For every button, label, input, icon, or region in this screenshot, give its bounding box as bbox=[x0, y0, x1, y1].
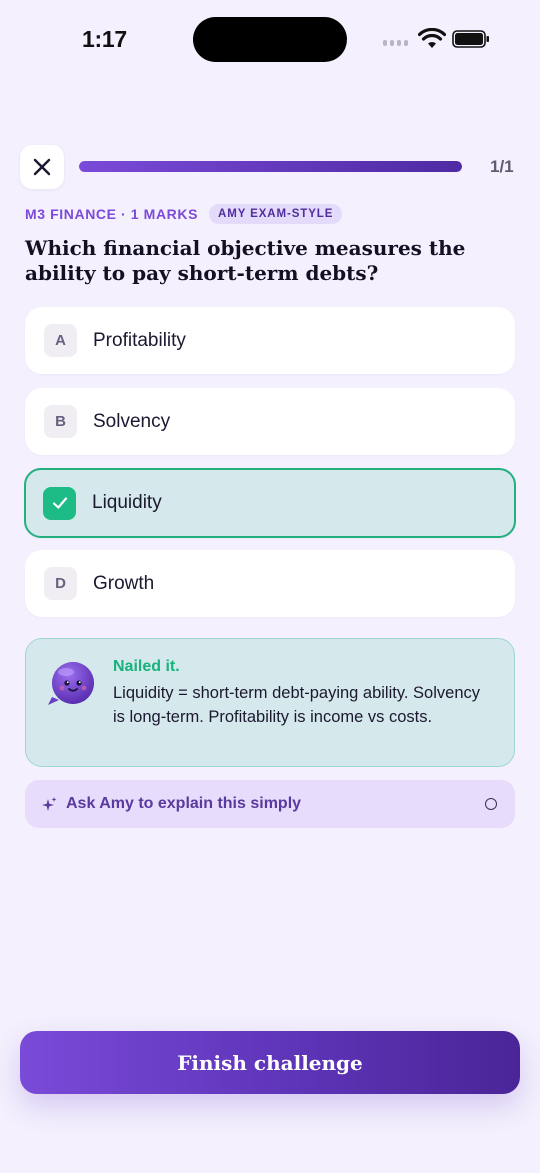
finish-challenge-button[interactable]: Finish challenge bbox=[20, 1031, 520, 1094]
close-icon bbox=[33, 158, 51, 176]
cellular-signal-icon bbox=[383, 40, 408, 46]
status-bar: 1:17 bbox=[0, 0, 540, 80]
wifi-icon bbox=[418, 28, 446, 48]
option-a[interactable]: A Profitability bbox=[25, 307, 515, 374]
option-label: Solvency bbox=[93, 410, 171, 432]
question-text: Which financial objective measures the a… bbox=[25, 236, 466, 285]
option-label: Growth bbox=[93, 572, 155, 594]
feedback-card: Nailed it. Liquidity = short-term debt-p… bbox=[25, 638, 515, 767]
option-d[interactable]: D Growth bbox=[25, 550, 515, 617]
topic-label: M3 FINANCE · 1 MARKS bbox=[25, 206, 199, 222]
progress-fill bbox=[79, 161, 462, 172]
dynamic-island bbox=[193, 17, 347, 62]
status-indicator bbox=[485, 798, 497, 810]
exam-style-badge: AMY EXAM-STYLE bbox=[209, 204, 343, 224]
sparkle-icon bbox=[42, 796, 57, 811]
progress-bar bbox=[79, 161, 462, 172]
close-button[interactable] bbox=[20, 145, 64, 189]
question-meta: M3 FINANCE · 1 MARKS AMY EXAM-STYLE bbox=[25, 204, 343, 224]
status-time: 1:17 bbox=[82, 26, 127, 52]
battery-icon bbox=[452, 30, 489, 48]
option-b[interactable]: B Solvency bbox=[25, 388, 515, 455]
option-letter: A bbox=[44, 324, 77, 357]
finish-label: Finish challenge bbox=[177, 1050, 363, 1075]
option-label: Liquidity bbox=[92, 492, 162, 513]
selected-check-box bbox=[43, 486, 76, 520]
option-letter: B bbox=[44, 405, 77, 438]
feedback-title: Nailed it. bbox=[113, 658, 180, 675]
option-c[interactable]: Liquidity bbox=[24, 468, 516, 538]
progress-count: 1/1 bbox=[490, 157, 514, 176]
feedback-body: Liquidity = short-term debt-paying abili… bbox=[113, 684, 480, 726]
ask-amy-button[interactable]: Ask Amy to explain this simply bbox=[25, 780, 515, 828]
option-letter: D bbox=[44, 567, 77, 600]
option-label: Profitability bbox=[93, 329, 186, 351]
ask-amy-label: Ask Amy to explain this simply bbox=[66, 795, 302, 812]
check-icon bbox=[52, 497, 67, 509]
amy-mascot-icon bbox=[48, 662, 94, 705]
